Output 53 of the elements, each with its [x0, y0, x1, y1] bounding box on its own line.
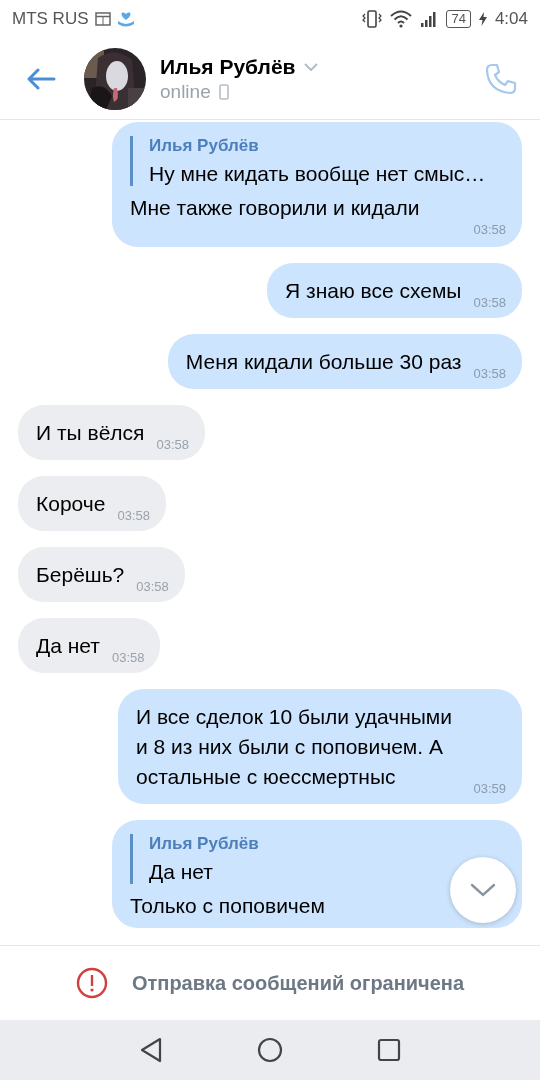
battery-indicator: 74 — [446, 10, 471, 28]
signal-icon — [420, 11, 439, 27]
message-bubble[interactable]: Я знаю все схемы 03:58 — [267, 263, 522, 318]
back-icon[interactable] — [139, 1037, 163, 1063]
phone-device-icon — [218, 83, 229, 100]
quote-author: Илья Рублёв — [149, 834, 259, 854]
message-text: Только с поповичем — [130, 894, 326, 918]
home-icon[interactable] — [257, 1037, 283, 1063]
clock-time: 4:04 — [494, 9, 528, 29]
carrier-name: MTS RUS — [12, 9, 89, 29]
message-bubble[interactable]: Илья Рублёв Ну мне кидать вообще нет смыс… Мне также говорили и кидали 03:58 — [112, 122, 522, 247]
message-text: Короче — [36, 491, 106, 517]
quote-text: Да нет — [149, 860, 214, 884]
heart-hand-icon — [116, 11, 135, 27]
message-text: И все сделок 10 были удачными и 8 из них были с поповичем. А остальные с юессмертныс — [136, 704, 453, 790]
message-text: Мне также говорили и кидали — [130, 196, 421, 220]
message-time: 03:58 — [117, 508, 150, 523]
message-bubble[interactable]: Илья Рублёв Да нет Только с поповичем — [112, 820, 522, 928]
message-time: 03:58 — [472, 222, 506, 237]
message-time: 03:59 — [473, 781, 506, 796]
message-bubble[interactable]: Берёшь? 03:58 — [18, 547, 185, 602]
message-text: Берёшь? — [36, 562, 125, 588]
quote-author: Илья Рублёв — [149, 136, 260, 156]
restriction-notice: Отправка сообщений ограничена — [131, 971, 465, 995]
message-text: Да нет — [36, 633, 100, 659]
online-status: online — [160, 80, 211, 103]
chevron-down-icon — [470, 883, 496, 897]
calendar-icon — [94, 12, 111, 26]
phone-call-icon[interactable] — [484, 61, 518, 96]
message-text: Меня кидали больше 30 раз — [185, 349, 462, 375]
recent-apps-icon[interactable] — [377, 1038, 401, 1062]
message-time: 03:58 — [136, 579, 169, 594]
back-arrow-icon[interactable] — [26, 67, 56, 90]
wifi-icon — [390, 10, 413, 28]
message-time: 03:58 — [156, 437, 189, 452]
message-time: 03:58 — [473, 295, 506, 310]
message-text: И ты вёлся — [36, 420, 145, 446]
message-bubble[interactable]: И все сделок 10 были удачными и 8 из них были с поповичем. А остальные с юессмертныс 03:59 — [118, 689, 522, 804]
chevron-down-icon[interactable] — [303, 62, 318, 71]
message-bubble[interactable]: И ты вёлся 03:58 — [18, 405, 205, 460]
message-text: Я знаю все схемы — [285, 278, 462, 304]
quote-text: Ну мне кидать вообще нет смыс… — [149, 162, 486, 186]
message-bubble[interactable]: Короче 03:58 — [18, 476, 166, 531]
vibrate-icon — [362, 10, 383, 28]
charging-icon — [478, 12, 487, 26]
message-bubble[interactable]: Меня кидали больше 30 раз 03:58 — [167, 334, 522, 389]
message-bubble[interactable]: Да нет 03:58 — [18, 618, 161, 673]
quoted-message[interactable]: Илья Рублёв Ну мне кидать вообще нет смыс… — [130, 136, 486, 186]
quoted-message[interactable]: Илья Рублёв Да нет — [130, 834, 259, 884]
message-time: 03:58 — [111, 650, 145, 665]
message-time: 03:58 — [473, 366, 506, 381]
warning-icon — [75, 967, 108, 999]
contact-name[interactable]: Илья Рублёв — [160, 54, 296, 79]
